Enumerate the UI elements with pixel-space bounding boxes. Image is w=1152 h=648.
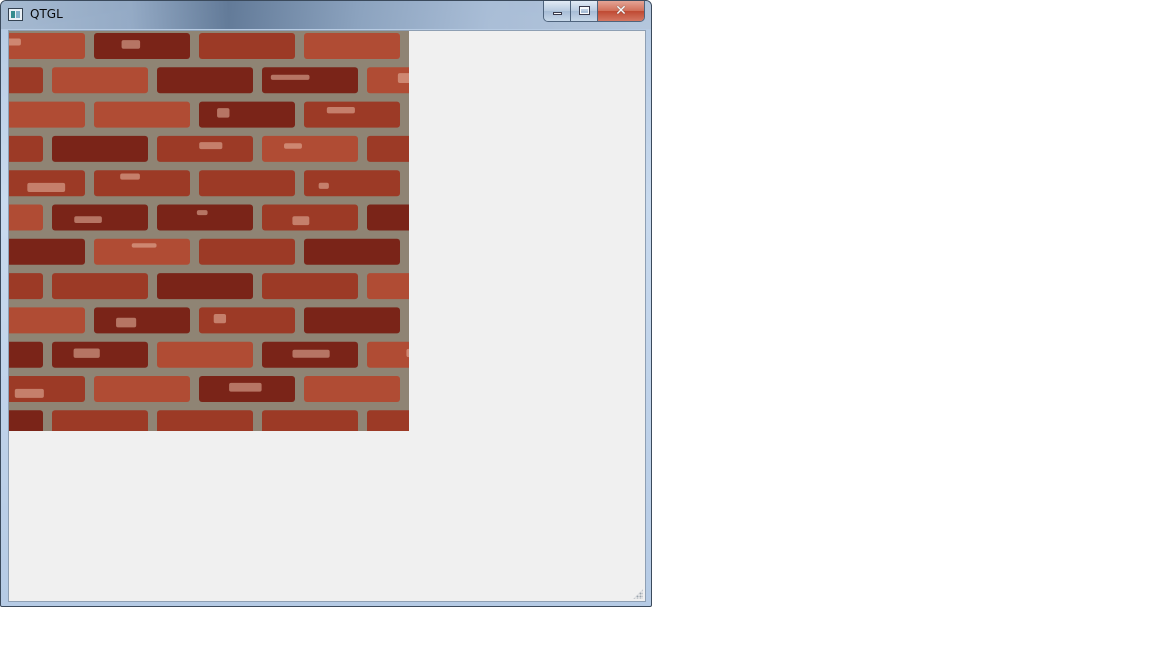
brick xyxy=(199,33,295,59)
brick-highlight xyxy=(318,182,329,189)
brick xyxy=(52,341,148,368)
brick-highlight xyxy=(326,106,355,114)
brick xyxy=(199,307,295,334)
brick-highlight xyxy=(229,382,262,392)
brick xyxy=(52,410,148,431)
brick xyxy=(157,204,253,231)
brick xyxy=(367,135,409,162)
brick xyxy=(157,273,253,300)
maximize-button[interactable] xyxy=(571,1,598,21)
brick-highlight xyxy=(199,142,223,150)
brick xyxy=(304,33,400,59)
brick-highlight xyxy=(131,243,157,248)
brick-highlight xyxy=(73,348,100,358)
brick xyxy=(304,376,400,402)
brick xyxy=(367,273,409,300)
brick xyxy=(9,341,43,368)
brick-highlight xyxy=(9,38,21,46)
brick xyxy=(367,204,409,231)
brick xyxy=(9,273,43,300)
minimize-button[interactable] xyxy=(544,1,571,21)
brick xyxy=(9,101,85,128)
brick-highlight xyxy=(292,216,310,226)
size-grip[interactable] xyxy=(633,589,643,599)
brick xyxy=(94,33,190,59)
brick-highlight xyxy=(397,73,409,84)
app-icon[interactable] xyxy=(8,8,23,21)
brick xyxy=(9,33,85,59)
window-title: QTGL xyxy=(30,7,63,21)
brick xyxy=(9,410,43,431)
brick xyxy=(9,204,43,231)
brick-highlight xyxy=(270,74,310,80)
brick xyxy=(199,101,295,128)
brick xyxy=(304,238,400,265)
brick xyxy=(94,238,190,265)
brick xyxy=(9,67,43,94)
brick xyxy=(157,341,253,368)
brick xyxy=(262,204,358,231)
brick xyxy=(262,135,358,162)
brick-highlight xyxy=(74,216,102,224)
brick-highlight xyxy=(14,388,44,398)
brick xyxy=(52,67,148,94)
brick xyxy=(262,273,358,300)
brick xyxy=(157,410,253,431)
brick xyxy=(52,135,148,162)
brick xyxy=(9,238,85,265)
brick xyxy=(9,307,85,334)
brick xyxy=(262,67,358,94)
brick xyxy=(94,307,190,334)
brick xyxy=(199,170,295,197)
brick-highlight xyxy=(284,143,302,149)
brick xyxy=(367,341,409,368)
brick-highlight xyxy=(120,173,140,180)
brick-highlight xyxy=(292,349,330,358)
client-area xyxy=(8,30,646,602)
brick xyxy=(367,410,409,431)
minimize-icon xyxy=(553,12,562,15)
maximize-icon xyxy=(579,6,590,15)
close-icon: ✕ xyxy=(615,3,627,19)
brick xyxy=(94,376,190,402)
brick-highlight xyxy=(121,40,141,49)
brick xyxy=(157,67,253,94)
gl-view-brick-texture[interactable] xyxy=(9,31,409,431)
brick xyxy=(52,273,148,300)
brick-highlight xyxy=(27,182,66,193)
title-bar[interactable]: QTGL ✕ xyxy=(1,1,651,29)
caption-buttons: ✕ xyxy=(543,1,645,22)
close-button[interactable]: ✕ xyxy=(598,1,644,21)
brick xyxy=(94,101,190,128)
brick xyxy=(94,170,190,197)
brick xyxy=(199,238,295,265)
brick-highlight xyxy=(116,317,137,328)
brick xyxy=(304,307,400,334)
brick xyxy=(304,101,400,128)
app-window: QTGL ✕ xyxy=(0,0,652,607)
brick-highlight xyxy=(196,210,208,216)
brick-highlight xyxy=(406,348,409,358)
brick xyxy=(304,170,400,197)
brick-highlight xyxy=(217,108,230,118)
brick xyxy=(262,410,358,431)
brick-highlight xyxy=(213,313,227,324)
brick xyxy=(9,135,43,162)
